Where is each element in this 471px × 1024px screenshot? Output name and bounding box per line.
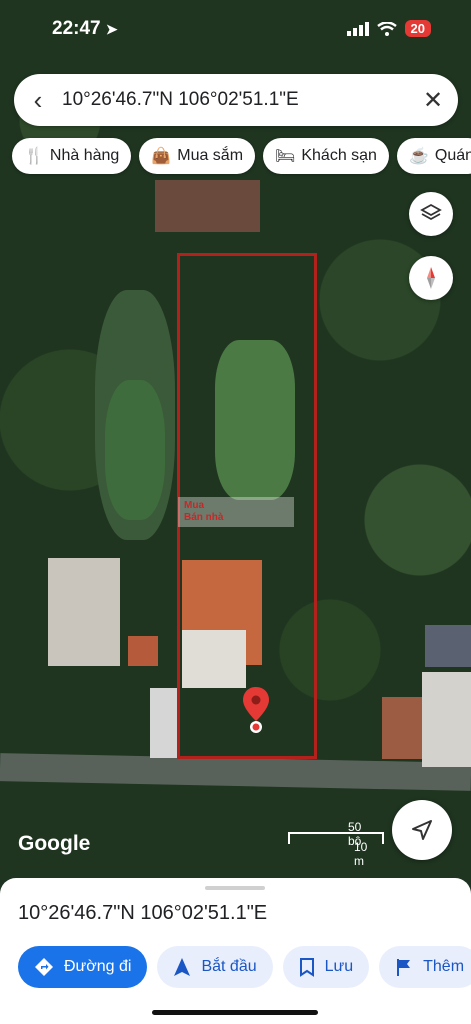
- layers-button[interactable]: [409, 192, 453, 236]
- compass-icon: [427, 267, 435, 289]
- google-logo: Google: [18, 832, 91, 855]
- add-label-button[interactable]: Thêm: [379, 946, 471, 988]
- watermark-line: Bán nhà: [184, 512, 224, 523]
- watermark-line: Mua: [184, 500, 204, 511]
- signal-icon: [346, 21, 369, 36]
- building-roof: [382, 697, 422, 759]
- action-buttons: Đường đi Bắt đầu Lưu Thêm: [18, 946, 471, 988]
- chip-shopping[interactable]: 👜 Mua sắm: [139, 138, 256, 174]
- compass-button[interactable]: [409, 256, 453, 300]
- save-button[interactable]: Lưu: [282, 946, 370, 988]
- back-arrow-icon[interactable]: ‹: [14, 85, 62, 116]
- category-chips: 🍴 Nhà hàng 👜 Mua sắm 🛏 Khách sạn ☕ Quán: [12, 138, 471, 174]
- battery-indicator: 20: [404, 20, 431, 37]
- building-roof: [128, 636, 158, 666]
- place-sheet[interactable]: 10°26'46.7"N 106°02'51.1"E Đường đi Bắt …: [0, 878, 471, 1024]
- time-text: 22:47: [52, 18, 101, 39]
- layers-icon: [420, 203, 442, 221]
- home-indicator: [152, 1010, 318, 1015]
- navigation-arrow-icon: [412, 820, 432, 840]
- chip-label: Quán: [434, 147, 471, 164]
- status-icons: 20: [346, 20, 431, 37]
- start-label: Bắt đầu: [201, 958, 257, 975]
- chip-label: Nhà hàng: [49, 147, 120, 164]
- chip-cafes[interactable]: ☕ Quán: [396, 138, 471, 174]
- clock: 22:47 ➤: [52, 18, 118, 40]
- shopping-bag-icon: 👜: [151, 148, 172, 165]
- close-icon[interactable]: ✕: [408, 86, 458, 115]
- watermark-logo: Mua Bán nhà: [178, 497, 294, 527]
- building-roof: [425, 625, 471, 667]
- bed-icon: 🛏: [275, 148, 296, 165]
- search-query[interactable]: 10°26'46.7"N 106°02'51.1"E: [62, 89, 408, 111]
- directions-icon: [35, 958, 53, 976]
- building-roof: [422, 672, 471, 767]
- wifi-icon: [376, 21, 397, 36]
- chip-hotels[interactable]: 🛏 Khách sạn: [263, 138, 389, 174]
- scale-label-meters: 10 m: [354, 840, 368, 868]
- pond: [105, 380, 165, 520]
- building-roof: [150, 688, 178, 758]
- status-bar: 22:47 ➤ 20: [0, 0, 471, 60]
- my-location-button[interactable]: [392, 800, 452, 860]
- scale-line: [288, 832, 384, 844]
- chip-label: Khách sạn: [301, 147, 377, 164]
- coffee-cup-icon: ☕: [408, 148, 429, 165]
- building-roof: [155, 180, 260, 232]
- directions-button[interactable]: Đường đi: [18, 946, 148, 988]
- add-label: Thêm: [423, 958, 465, 975]
- drag-handle[interactable]: [205, 886, 265, 890]
- location-pin-icon[interactable]: [243, 687, 269, 738]
- location-arrow-icon: ➤: [105, 21, 118, 37]
- directions-label: Đường đi: [64, 958, 132, 975]
- place-title: 10°26'46.7"N 106°02'51.1"E: [18, 902, 268, 924]
- save-label: Lưu: [324, 958, 354, 975]
- chip-label: Mua sắm: [177, 147, 244, 164]
- chip-restaurants[interactable]: 🍴 Nhà hàng: [12, 138, 132, 174]
- building-roof: [48, 558, 120, 666]
- bookmark-icon: [299, 958, 314, 977]
- start-button[interactable]: Bắt đầu: [157, 946, 273, 988]
- satellite-map[interactable]: Mua Bán nhà Google 50 bộ 10 m: [0, 0, 471, 880]
- search-bar[interactable]: ‹ 10°26'46.7"N 106°02'51.1"E ✕: [14, 74, 458, 126]
- navigation-arrow-icon: [174, 958, 191, 976]
- flag-icon: [397, 959, 411, 976]
- fork-knife-icon: 🍴: [24, 148, 44, 165]
